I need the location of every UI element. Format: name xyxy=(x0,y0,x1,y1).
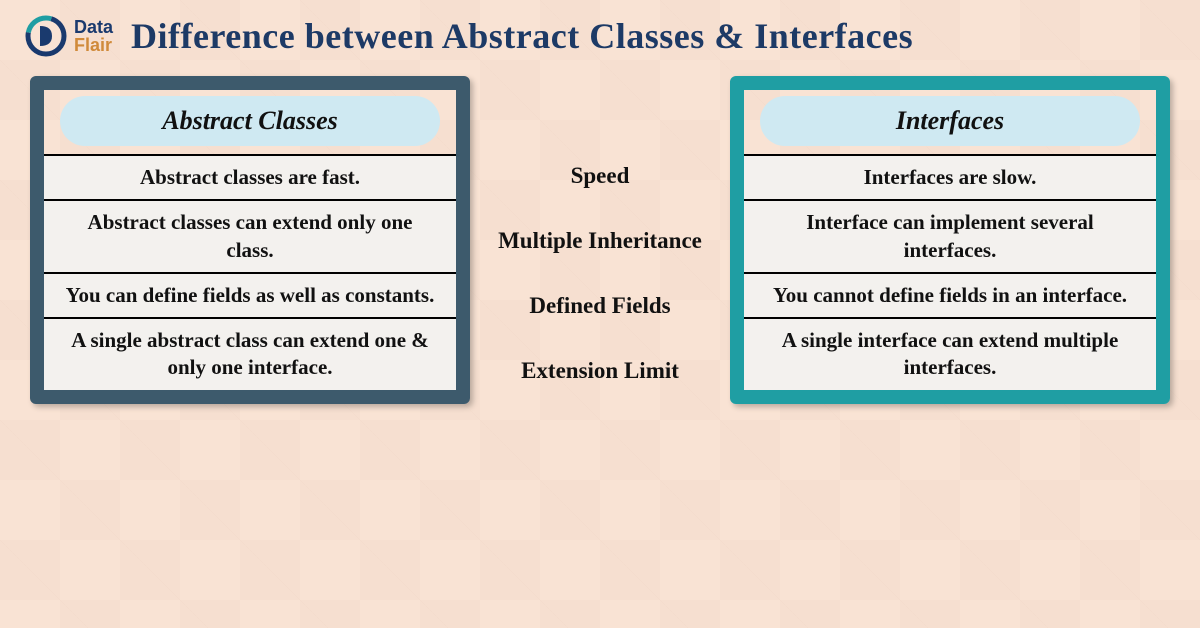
logo-text-top: Data xyxy=(74,18,113,36)
page-title: Difference between Abstract Classes & In… xyxy=(131,15,913,57)
interface-row: A single interface can extend multiple i… xyxy=(744,317,1156,390)
abstract-classes-rows: Abstract classes are fast. Abstract clas… xyxy=(44,154,456,390)
logo-text: Data Flair xyxy=(74,18,113,54)
abstract-classes-title: Abstract Classes xyxy=(60,96,440,146)
interface-row: Interface can implement several interfac… xyxy=(744,199,1156,272)
logo-text-bottom: Flair xyxy=(74,36,113,54)
abstract-classes-panel: Abstract Classes Abstract classes are fa… xyxy=(30,76,470,404)
interfaces-title: Interfaces xyxy=(760,96,1140,146)
criterion-label: Extension Limit xyxy=(470,339,730,404)
abstract-row: Abstract classes can extend only one cla… xyxy=(44,199,456,272)
abstract-row: Abstract classes are fast. xyxy=(44,154,456,199)
comparison-content: Abstract Classes Abstract classes are fa… xyxy=(0,66,1200,404)
interface-row: Interfaces are slow. xyxy=(744,154,1156,199)
criterion-label: Speed xyxy=(470,144,730,209)
criterion-label: Multiple Inheritance xyxy=(470,209,730,274)
abstract-row: A single abstract class can extend one &… xyxy=(44,317,456,390)
interface-row: You cannot define fields in an interface… xyxy=(744,272,1156,317)
dataflair-logo-icon xyxy=(24,14,68,58)
header: Data Flair Difference between Abstract C… xyxy=(0,0,1200,66)
criteria-column: Speed Multiple Inheritance Defined Field… xyxy=(470,76,730,404)
abstract-row: You can define fields as well as constan… xyxy=(44,272,456,317)
criterion-label: Defined Fields xyxy=(470,274,730,339)
logo: Data Flair xyxy=(24,14,113,58)
interfaces-panel: Interfaces Interfaces are slow. Interfac… xyxy=(730,76,1170,404)
interfaces-rows: Interfaces are slow. Interface can imple… xyxy=(744,154,1156,390)
